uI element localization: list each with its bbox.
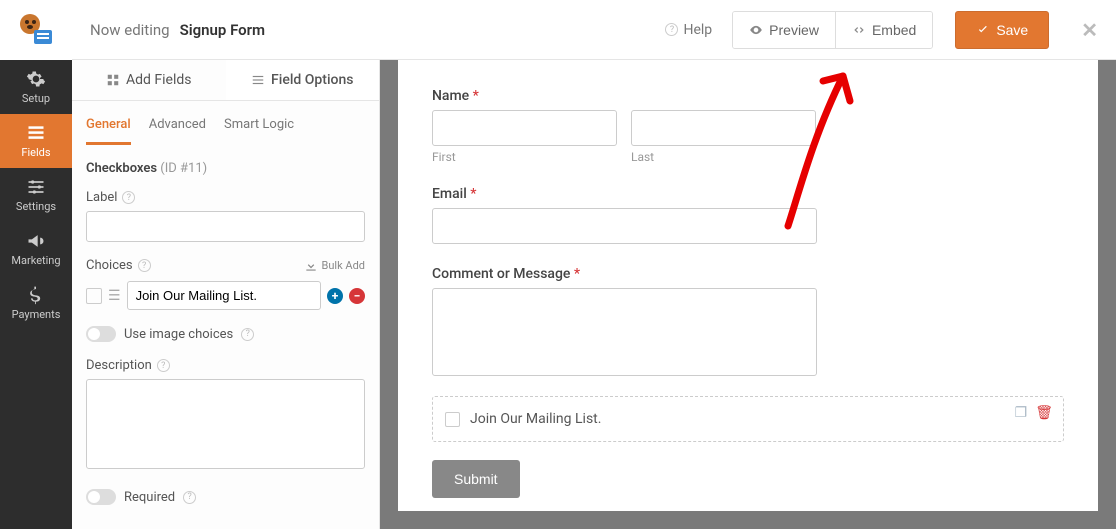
name-field-label: Name * <box>432 88 1064 104</box>
tab-field-options[interactable]: Field Options <box>226 60 380 100</box>
embed-label: Embed <box>872 22 916 38</box>
nav-setup-label: Setup <box>22 92 50 105</box>
choice-input[interactable] <box>127 281 321 310</box>
help-icon[interactable]: ? <box>138 259 151 272</box>
preview-checkbox[interactable] <box>445 412 460 427</box>
options-sidebar: Add Fields Field Options General Advance… <box>72 60 380 529</box>
drag-handle-icon[interactable]: ☰ <box>108 288 121 304</box>
help-icon[interactable]: ? <box>122 191 135 204</box>
add-choice-icon[interactable]: + <box>327 288 343 304</box>
label-label: Label <box>86 190 117 205</box>
required-toggle[interactable] <box>86 489 116 505</box>
last-name-input[interactable] <box>631 110 816 146</box>
eye-icon <box>749 23 763 37</box>
wpforms-logo <box>0 0 72 60</box>
field-header: Checkboxes (ID #11) <box>86 161 365 176</box>
bulk-add-label: Bulk Add <box>322 259 365 272</box>
comment-input[interactable] <box>432 288 817 376</box>
image-choices-toggle[interactable] <box>86 326 116 342</box>
choice-row: ☰ + − <box>86 281 365 310</box>
nav-settings-label: Settings <box>16 200 56 213</box>
gear-icon <box>26 69 46 89</box>
check-icon <box>976 23 990 37</box>
label-input[interactable] <box>86 211 365 242</box>
tab-add-fields-label: Add Fields <box>126 72 192 88</box>
field-type: Checkboxes <box>86 161 157 176</box>
last-sublabel: Last <box>631 150 816 164</box>
help-link[interactable]: ? Help <box>665 22 712 38</box>
download-icon <box>304 259 318 273</box>
sliders-icon <box>26 177 46 197</box>
subtab-smart-logic[interactable]: Smart Logic <box>224 117 294 145</box>
remove-choice-icon[interactable]: − <box>349 288 365 304</box>
nav-fields[interactable]: Fields <box>0 114 72 168</box>
help-icon[interactable]: ? <box>157 359 170 372</box>
tab-field-options-label: Field Options <box>271 72 353 88</box>
main-nav: Setup Fields Settings Marketing Payments <box>0 0 72 529</box>
list-icon <box>26 123 46 143</box>
trash-icon[interactable]: 🗑 <box>1035 405 1053 421</box>
code-icon <box>852 23 866 37</box>
first-name-input[interactable] <box>432 110 617 146</box>
image-choices-label: Use image choices <box>124 327 233 342</box>
preview-button[interactable]: Preview <box>733 12 835 48</box>
subtab-advanced[interactable]: Advanced <box>149 117 206 145</box>
nav-payments-label: Payments <box>12 308 61 321</box>
save-label: Save <box>996 22 1028 38</box>
help-icon: ? <box>665 23 678 36</box>
nav-marketing[interactable]: Marketing <box>0 222 72 276</box>
bullhorn-icon <box>26 231 46 251</box>
selected-checkbox-field[interactable]: ❐ 🗑 Join Our Mailing List. <box>432 396 1064 442</box>
nav-marketing-label: Marketing <box>11 254 60 267</box>
subtab-general[interactable]: General <box>86 117 131 145</box>
grid-icon <box>106 73 120 87</box>
field-id: (ID #11) <box>160 161 207 176</box>
dollar-icon <box>26 285 46 305</box>
bulk-add-link[interactable]: Bulk Add <box>304 259 365 273</box>
choice-default-checkbox[interactable] <box>86 288 102 304</box>
form-title[interactable]: Signup Form <box>180 21 266 39</box>
preview-choice-label: Join Our Mailing List. <box>470 411 601 427</box>
preview-canvas[interactable]: Name * First Last Email * <box>398 60 1098 511</box>
help-icon[interactable]: ? <box>183 491 196 504</box>
embed-button[interactable]: Embed <box>835 12 932 48</box>
help-icon[interactable]: ? <box>241 328 254 341</box>
required-label: Required <box>124 490 175 505</box>
email-field-label: Email * <box>432 186 1064 202</box>
preview-canvas-wrap: Name * First Last Email * <box>380 60 1116 529</box>
description-input[interactable] <box>86 379 365 469</box>
first-sublabel: First <box>432 150 617 164</box>
duplicate-icon[interactable]: ❐ <box>1015 405 1028 421</box>
title-prefix: Now editing <box>90 21 170 39</box>
nav-setup[interactable]: Setup <box>0 60 72 114</box>
topbar: Now editing Signup Form ? Help Preview E… <box>72 0 1116 60</box>
save-button[interactable]: Save <box>955 11 1049 49</box>
close-icon[interactable]: ✕ <box>1081 18 1098 42</box>
preview-embed-group: Preview Embed <box>732 11 933 49</box>
tab-add-fields[interactable]: Add Fields <box>72 60 226 100</box>
submit-button[interactable]: Submit <box>432 460 520 498</box>
help-label: Help <box>683 22 712 38</box>
sliders-icon <box>251 73 265 87</box>
nav-payments[interactable]: Payments <box>0 276 72 330</box>
nav-fields-label: Fields <box>21 146 50 159</box>
nav-settings[interactable]: Settings <box>0 168 72 222</box>
comment-field-label: Comment or Message * <box>432 266 1064 282</box>
description-label: Description <box>86 358 152 373</box>
preview-label: Preview <box>769 22 819 38</box>
choices-label: Choices <box>86 258 133 273</box>
email-input[interactable] <box>432 208 817 244</box>
